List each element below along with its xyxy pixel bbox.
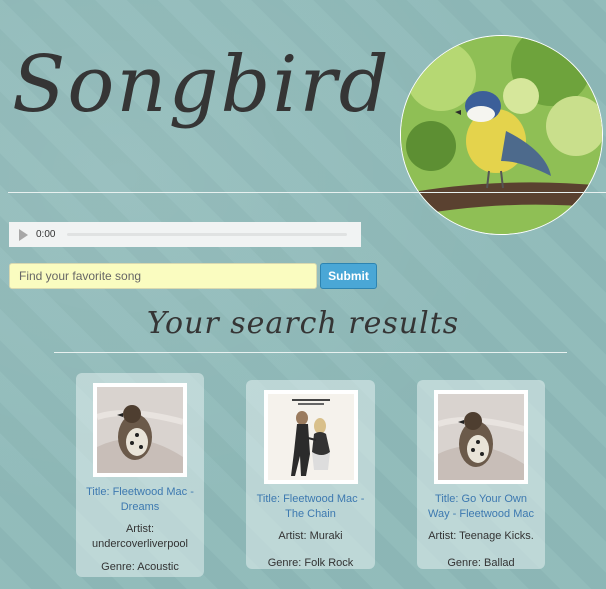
song-artist: Artist: Teenage Kicks. (428, 530, 534, 542)
audio-player[interactable]: 0:00 (9, 222, 361, 247)
sparrow-art-image (93, 383, 187, 477)
song-artist: Artist: undercoverliverpool (92, 523, 188, 550)
site-title: Songbird (12, 40, 391, 130)
result-card: Title: Fleetwood Mac - Dreams Artist: un… (76, 373, 204, 577)
header-divider (8, 192, 606, 193)
song-genre: Genre: Acoustic (101, 561, 179, 573)
song-title-link[interactable]: Title: Fleetwood Mac - The Chain (256, 492, 365, 522)
audio-progress-bar[interactable] (67, 233, 347, 236)
search-input[interactable] (9, 263, 317, 289)
song-genre: Genre: Ballad (447, 557, 515, 569)
result-card: Title: Go Your Own Way - Fleetwood Mac A… (417, 380, 545, 569)
blue-tit-photo (400, 35, 603, 235)
song-title-link[interactable]: Title: Fleetwood Mac - Dreams (86, 485, 194, 515)
rumours-album-cover-image (263, 390, 358, 484)
results-heading: Your search results (146, 306, 460, 341)
song-title-link[interactable]: Title: Go Your Own Way - Fleetwood Mac (427, 492, 535, 522)
song-genre: Genre: Folk Rock (267, 557, 354, 569)
results-divider (54, 352, 567, 353)
song-artist: Artist: Muraki (278, 530, 343, 542)
audio-time: 0:00 (36, 229, 56, 240)
result-card: Title: Fleetwood Mac - The Chain Artist:… (246, 380, 375, 569)
submit-button[interactable]: Submit (320, 263, 377, 289)
play-icon[interactable] (19, 228, 28, 241)
sparrow-art-image (434, 390, 528, 484)
